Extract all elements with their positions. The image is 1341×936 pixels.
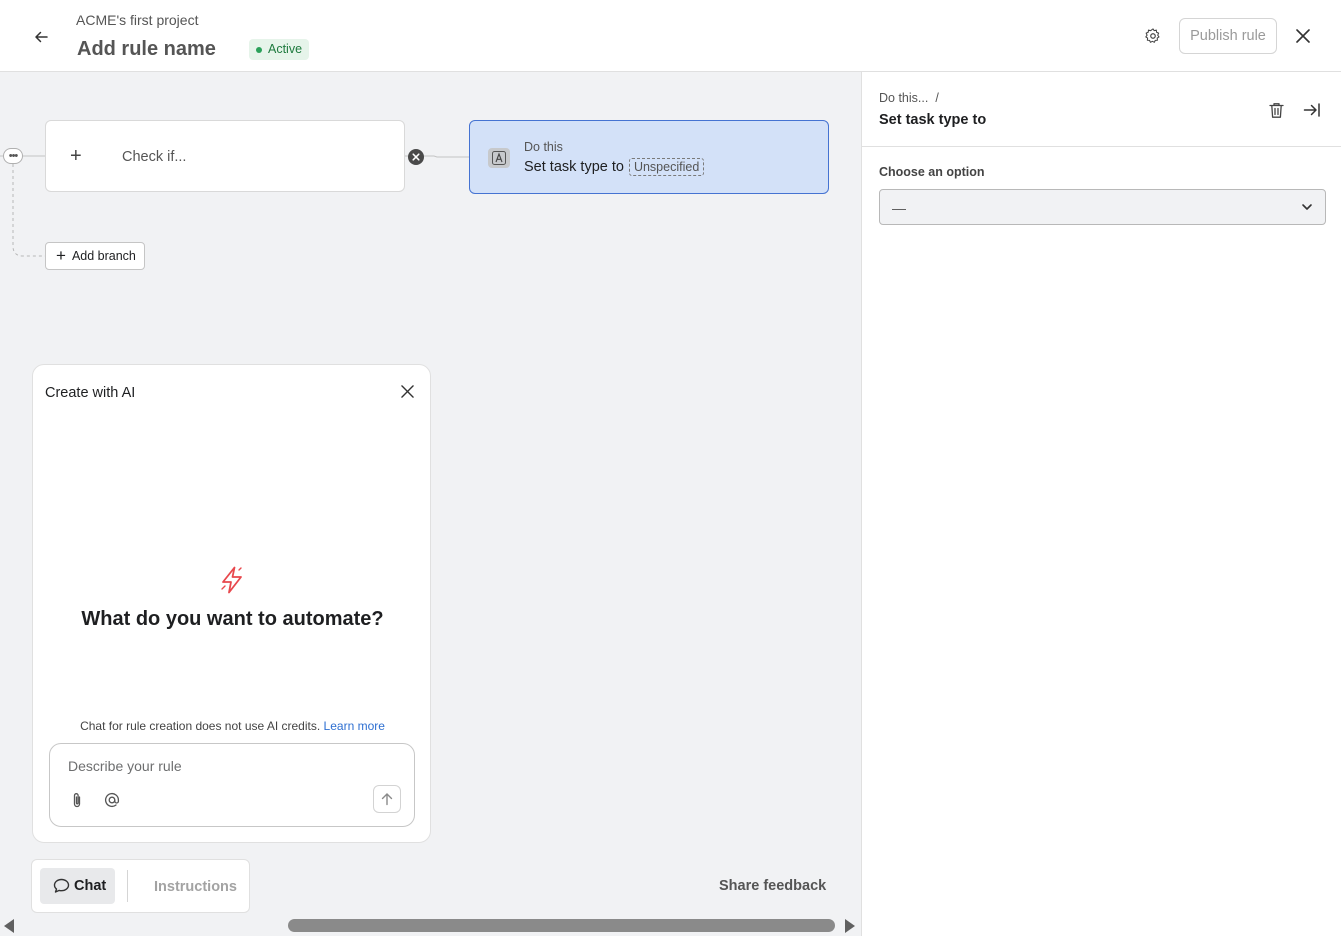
lightning-bolt-icon xyxy=(221,566,242,594)
action-details-panel: Do this... / Set task type to Choose an o… xyxy=(861,72,1341,936)
tab-divider xyxy=(127,870,128,902)
send-button[interactable] xyxy=(373,785,401,813)
select-value: — xyxy=(892,200,906,216)
chevron-down-icon xyxy=(1302,204,1312,210)
plus-icon: + xyxy=(56,246,66,265)
mention-button[interactable] xyxy=(102,790,122,810)
back-arrow-icon xyxy=(35,31,48,43)
publish-rule-button[interactable]: Publish rule xyxy=(1179,18,1277,54)
breadcrumb-separator: / xyxy=(935,91,939,105)
tab-instructions[interactable]: Instructions xyxy=(154,879,237,895)
add-branch-label: Add branch xyxy=(71,249,136,263)
add-branch-button[interactable]: + Add branch xyxy=(45,242,145,270)
settings-button[interactable] xyxy=(1141,24,1165,48)
breadcrumb-item[interactable]: Do this... xyxy=(879,91,928,105)
attach-button[interactable] xyxy=(68,790,86,810)
ai-panel-title: Create with AI xyxy=(45,385,136,401)
paperclip-icon xyxy=(73,792,81,807)
scroll-right-arrow-icon[interactable] xyxy=(845,919,855,933)
side-panel-header: Do this... / Set task type to xyxy=(862,72,1341,147)
ai-credits-note: Chat for rule creation does not use AI c… xyxy=(33,719,432,733)
action-value-chip[interactable]: Unspecified xyxy=(628,158,705,176)
tab-chat-label: Chat xyxy=(74,878,107,894)
plus-icon: + xyxy=(70,145,82,167)
horizontal-scrollbar[interactable] xyxy=(0,914,861,936)
rule-editor-header: ACME's first project Add rule name Activ… xyxy=(0,0,1341,72)
close-icon xyxy=(1296,29,1310,43)
collapse-right-icon xyxy=(1303,103,1320,117)
gear-icon xyxy=(1145,28,1160,43)
side-panel-title: Set task type to xyxy=(879,112,987,128)
action-node[interactable]: Do this Set task type to Unspecified xyxy=(469,120,829,194)
close-icon xyxy=(400,384,414,398)
breadcrumb: Do this... / xyxy=(879,91,939,105)
trash-icon xyxy=(1268,102,1284,118)
collapse-panel-button[interactable] xyxy=(1301,99,1323,121)
tab-chat[interactable]: Chat xyxy=(40,868,115,904)
share-feedback-link[interactable]: Share feedback xyxy=(719,878,826,894)
ai-question: What do you want to automate? xyxy=(81,608,384,630)
learn-more-link[interactable]: Learn more xyxy=(324,719,385,733)
clear-icon[interactable] xyxy=(407,148,425,166)
rule-canvas[interactable]: ••• + Check if... Do this Set task type … xyxy=(0,72,861,936)
back-button[interactable] xyxy=(28,24,54,50)
text-field-icon xyxy=(488,148,510,168)
action-text: Set task type to xyxy=(524,159,624,175)
status-badge: Active xyxy=(249,39,310,60)
scroll-left-arrow-icon[interactable] xyxy=(4,919,14,933)
ai-note-text: Chat for rule creation does not use AI c… xyxy=(80,719,321,733)
arrow-up-icon xyxy=(381,793,393,806)
project-name: ACME's first project xyxy=(76,12,199,28)
ai-chat-composer xyxy=(49,743,415,827)
more-options-node[interactable]: ••• xyxy=(3,148,23,164)
delete-action-button[interactable] xyxy=(1265,99,1287,121)
ai-panel-close-button[interactable] xyxy=(397,381,417,401)
scrollbar-thumb[interactable] xyxy=(288,919,835,932)
action-kicker: Do this xyxy=(524,140,563,154)
action-text-row: Set task type to Unspecified xyxy=(524,158,705,176)
create-with-ai-panel: Create with AI What do you want to autom… xyxy=(32,364,431,843)
describe-rule-input[interactable] xyxy=(60,754,400,782)
task-type-select[interactable]: — xyxy=(879,189,1326,225)
at-sign-icon xyxy=(104,792,120,808)
option-label: Choose an option xyxy=(879,165,985,179)
chat-bubble-icon xyxy=(53,878,70,893)
rule-name-input[interactable]: Add rule name xyxy=(77,38,216,61)
ai-mode-tabs: Chat Instructions xyxy=(31,859,250,913)
trigger-label: Check if... xyxy=(122,149,187,165)
close-button[interactable] xyxy=(1291,24,1315,48)
trigger-node[interactable]: + Check if... xyxy=(45,120,424,192)
